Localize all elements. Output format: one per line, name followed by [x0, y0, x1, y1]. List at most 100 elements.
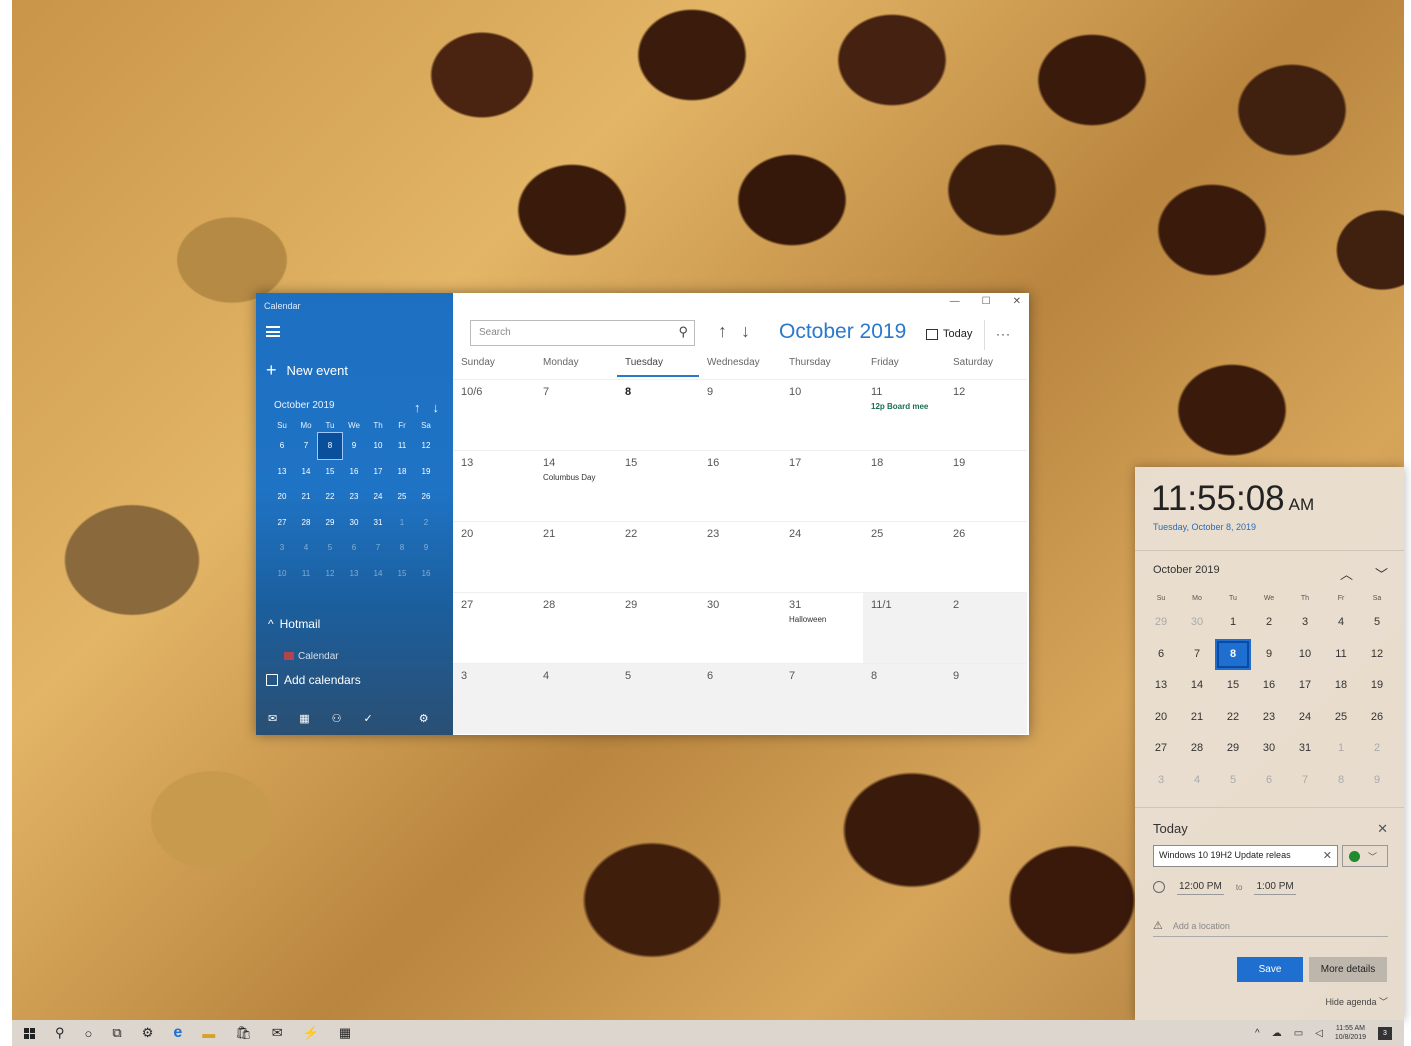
mini-day-cell[interactable]: 7 — [366, 535, 390, 561]
flyout-date[interactable]: Tuesday, October 8, 2019 — [1153, 522, 1256, 532]
day-cell[interactable]: 5 — [617, 663, 699, 734]
day-cell[interactable]: 10/6 — [453, 379, 535, 450]
mini-day-cell[interactable]: 25 — [390, 484, 414, 510]
flyout-day-cell[interactable]: 8 — [1323, 765, 1359, 797]
day-cell[interactable]: 29 — [617, 592, 699, 663]
flyout-day-cell[interactable]: 17 — [1287, 670, 1323, 702]
hamburger-menu-icon[interactable] — [266, 326, 280, 337]
day-cell[interactable]: 27 — [453, 592, 535, 663]
day-cell[interactable]: 8 — [617, 379, 699, 450]
mini-day-cell[interactable]: 21 — [294, 484, 318, 510]
arrow-down-icon[interactable]: ↓ — [433, 400, 440, 415]
mini-day-cell[interactable]: 24 — [366, 484, 390, 510]
mini-day-cell[interactable]: 13 — [342, 561, 366, 587]
mini-day-cell[interactable]: 15 — [390, 561, 414, 587]
flyout-day-cell[interactable]: 29 — [1215, 733, 1251, 765]
mail-icon[interactable]: ✉ — [268, 712, 277, 725]
mini-day-cell[interactable]: 29 — [318, 510, 342, 536]
flyout-day-cell[interactable]: 28 — [1179, 733, 1215, 765]
network-icon[interactable]: ▭ — [1294, 1028, 1303, 1039]
day-cell[interactable]: 4 — [535, 663, 617, 734]
onedrive-cloud-icon[interactable]: ☁ — [1272, 1028, 1282, 1039]
calendar-icon[interactable]: ▦ — [299, 712, 309, 725]
mini-day-cell[interactable]: 16 — [414, 561, 438, 587]
day-cell[interactable]: 23 — [699, 521, 781, 592]
day-cell[interactable]: 30 — [699, 592, 781, 663]
mini-day-cell[interactable]: 15 — [318, 459, 342, 485]
day-cell[interactable]: 20 — [453, 521, 535, 592]
flyout-day-cell[interactable]: 2 — [1251, 607, 1287, 639]
mini-day-cell[interactable]: 9 — [414, 535, 438, 561]
show-hidden-icons-chevron-icon[interactable]: ^ — [1255, 1028, 1260, 1039]
flyout-day-cell[interactable]: 6 — [1143, 639, 1179, 671]
flyout-day-cell[interactable]: 15 — [1215, 670, 1251, 702]
mini-day-cell[interactable]: 9 — [342, 433, 366, 459]
day-cell[interactable]: 7 — [781, 663, 863, 734]
mini-day-cell[interactable]: 6 — [270, 433, 294, 459]
mini-day-cell[interactable]: 4 — [294, 535, 318, 561]
calendar-icon[interactable]: ▦ — [339, 1025, 351, 1041]
close-icon[interactable]: ✕ — [1013, 296, 1021, 307]
day-cell[interactable]: 14 Columbus Day — [535, 450, 617, 521]
event-title-input[interactable]: Windows 10 19H2 Update releas ✕ — [1153, 845, 1338, 867]
search-icon[interactable]: ⚲ — [678, 324, 688, 340]
flyout-day-cell[interactable]: 8 — [1215, 638, 1251, 670]
next-month-icon[interactable]: ↓ — [741, 321, 750, 342]
taskbar-clock[interactable]: 11:55 AM 10/8/2019 — [1335, 1024, 1366, 1042]
mini-day-cell[interactable]: 17 — [366, 459, 390, 485]
add-calendars-button[interactable]: Add calendars — [266, 673, 361, 687]
cortana-icon[interactable]: ○ — [85, 1026, 93, 1041]
search-icon[interactable]: ⚲ — [55, 1025, 65, 1041]
day-cell[interactable]: 22 — [617, 521, 699, 592]
flyout-day-cell[interactable]: 9 — [1251, 639, 1287, 671]
flyout-day-cell[interactable]: 5 — [1215, 765, 1251, 797]
mini-day-cell[interactable]: 11 — [390, 433, 414, 459]
arrow-up-icon[interactable]: ↑ — [414, 400, 421, 415]
chevron-down-icon[interactable]: ﹀ — [1375, 564, 1388, 583]
mini-day-cell[interactable]: 31 — [366, 510, 390, 536]
edge-browser-icon[interactable]: e — [173, 1024, 182, 1042]
day-cell[interactable]: 9 — [945, 663, 1027, 734]
day-cell[interactable]: 18 — [863, 450, 945, 521]
day-cell[interactable]: 7 — [535, 379, 617, 450]
calendar-color-picker[interactable]: ﹀ — [1342, 845, 1388, 867]
flyout-day-cell[interactable]: 29 — [1143, 607, 1179, 639]
mini-day-cell[interactable]: 13 — [270, 459, 294, 485]
start-windows-icon[interactable] — [24, 1027, 35, 1039]
day-cell[interactable]: 10 — [781, 379, 863, 450]
settings-gear-icon[interactable]: ⚙ — [142, 1025, 154, 1041]
minimize-icon[interactable]: — — [950, 296, 960, 307]
today-button[interactable]: Today — [926, 328, 972, 340]
mini-day-cell[interactable]: 12 — [414, 433, 438, 459]
flyout-day-cell[interactable]: 1 — [1323, 733, 1359, 765]
mini-day-cell[interactable]: 18 — [390, 459, 414, 485]
day-cell[interactable]: 11 12p Board mee — [863, 379, 945, 450]
mini-day-cell[interactable]: 5 — [318, 535, 342, 561]
flyout-day-cell[interactable]: 4 — [1323, 607, 1359, 639]
volume-icon[interactable]: ◁ — [1315, 1028, 1323, 1039]
mini-day-cell[interactable]: 26 — [414, 484, 438, 510]
day-cell[interactable]: 16 — [699, 450, 781, 521]
day-cell[interactable]: 11/1 — [863, 592, 945, 663]
mini-day-cell[interactable]: 22 — [318, 484, 342, 510]
notification-center-icon[interactable]: 3 — [1378, 1026, 1392, 1040]
day-cell[interactable]: 17 — [781, 450, 863, 521]
day-cell[interactable]: 12 — [945, 379, 1027, 450]
clear-icon[interactable]: ✕ — [1323, 849, 1332, 862]
mini-day-cell[interactable]: 20 — [270, 484, 294, 510]
flyout-day-cell[interactable]: 25 — [1323, 702, 1359, 734]
flyout-day-cell[interactable]: 31 — [1287, 733, 1323, 765]
mini-day-cell[interactable]: 10 — [270, 561, 294, 587]
day-cell[interactable]: 8 — [863, 663, 945, 734]
mini-day-cell[interactable]: 23 — [342, 484, 366, 510]
mini-day-cell[interactable]: 14 — [294, 459, 318, 485]
mini-day-cell[interactable]: 8 — [317, 432, 343, 460]
mini-day-cell[interactable]: 30 — [342, 510, 366, 536]
more-details-button[interactable]: More details — [1309, 957, 1387, 982]
new-event-button[interactable]: + New event — [266, 361, 348, 379]
flyout-month-label[interactable]: October 2019 — [1153, 564, 1220, 583]
flyout-day-cell[interactable]: 11 — [1323, 639, 1359, 671]
start-time-field[interactable]: 12:00 PM — [1177, 879, 1224, 895]
flyout-day-cell[interactable]: 19 — [1359, 670, 1395, 702]
flyout-day-cell[interactable]: 21 — [1179, 702, 1215, 734]
